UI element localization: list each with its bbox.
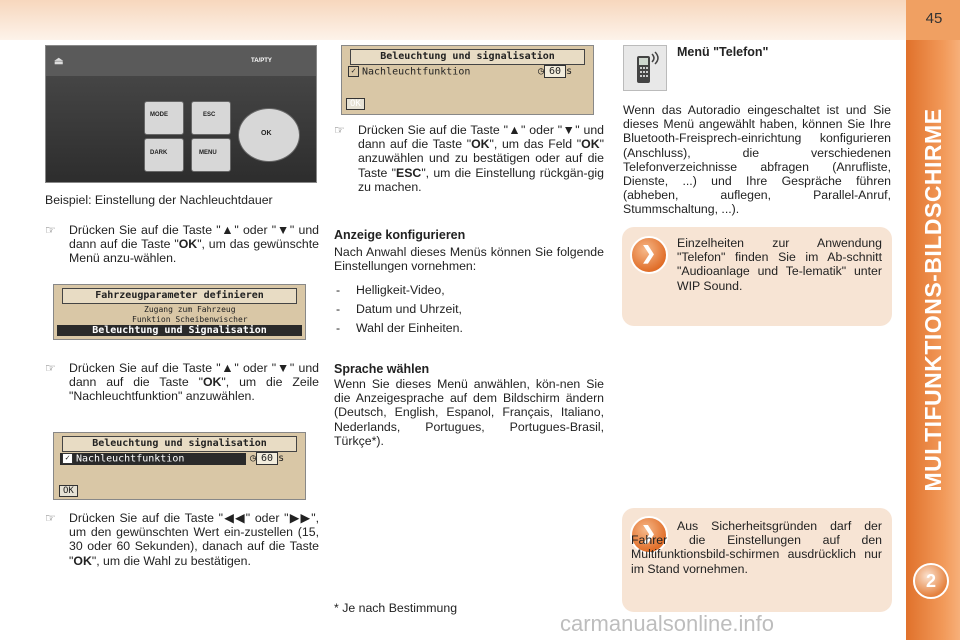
screen-setting: Beleuchtung und signalisation ✓ Nachleuch… (53, 432, 306, 500)
step-4-text: Drücken Sie auf die Taste "▲" oder "▼" u… (358, 123, 604, 194)
screen-confirm-row-label: Nachleuchtfunktion (362, 66, 471, 78)
screen-menu-title: Fahrzeugparameter definieren (62, 288, 297, 304)
ta-pty-label: TA/PTY (251, 58, 272, 64)
anzeige-text: Nach Anwahl dieses Menüs können Sie folg… (334, 245, 604, 274)
panel-caption: Beispiel: Einstellung der Nachleuchtdaue… (45, 193, 273, 207)
step-3-text: Drücken Sie auf die Taste "◀◀" oder "▶▶"… (69, 511, 319, 568)
screen-menu: Fahrzeugparameter definieren Zugang zum … (53, 284, 306, 340)
screen-menu-item-1: Zugang zum Fahrzeug (144, 305, 236, 314)
checkbox-icon: ✓ (62, 453, 73, 464)
step-1-text: Drücken Sie auf die Taste "▲" oder "▼" u… (69, 223, 319, 266)
value-box: 60 (256, 452, 279, 465)
sprache-heading: Sprache wählen (334, 362, 430, 376)
step-4-key: OK (471, 137, 490, 152)
step-3-post: ", um die Wahl zu bestätigen. (91, 553, 251, 568)
anzeige-list: Helligkeit-Video, Datum und Uhrzeit, Wah… (334, 283, 604, 340)
checkbox-icon: ✓ (348, 66, 359, 77)
mode-label: MODE (150, 112, 168, 118)
page-number: 45 (925, 10, 943, 27)
pointer-icon: ☞ (334, 123, 345, 137)
esc-button[interactable] (191, 101, 231, 135)
screen-confirm: Beleuchtung und signalisation ✓ Nachleuch… (341, 45, 594, 115)
chapter-badge: 2 (913, 563, 949, 599)
footnote: * Je nach Bestimmung (334, 601, 458, 615)
anzeige-item: Datum und Uhrzeit, (334, 302, 604, 321)
unit-label: s (566, 66, 573, 77)
screen-confirm-value: ◷ 60 s (538, 65, 572, 78)
sprache-text: Wenn Sie dieses Menü anwählen, kön-nen S… (334, 377, 604, 448)
watermark: carmanualsonline.info (560, 611, 775, 636)
anzeige-item: Wahl der Einheiten. (334, 321, 604, 340)
control-panel-photo: ⏏ TA/PTY MODE DARK ESC MENU OK (45, 45, 317, 183)
step-3-key: OK (73, 553, 92, 568)
value-box: 60 (544, 65, 567, 78)
step-2-key: OK (202, 375, 222, 390)
anzeige-heading: Anzeige konfigurieren (334, 228, 466, 242)
screen-menu-item-2: Funktion Scheibenwischer (132, 315, 248, 324)
chapter-number: 2 (925, 571, 936, 591)
eject-icon: ⏏ (54, 56, 64, 67)
step-2-text: Drücken Sie auf die Taste "▲" oder "▼" u… (69, 361, 319, 404)
pointer-icon: ☞ (45, 511, 56, 525)
mobile-phone-icon (623, 45, 667, 91)
top-band (0, 0, 906, 40)
info-box-1-text: Einzelheiten zur Anwendung "Telefon" fin… (677, 236, 882, 293)
step-4-key3: ESC (396, 165, 422, 180)
ok-label: OK (261, 130, 272, 137)
screen-setting-row: ✓ Nachleuchtfunktion (60, 453, 246, 465)
screen-confirm-row: ✓ Nachleuchtfunktion (348, 66, 470, 78)
telefon-text: Wenn das Autoradio eingeschaltet ist und… (623, 103, 891, 217)
screen-setting-value: ◷ 60 s (250, 452, 284, 465)
screen-setting-row-label: Nachleuchtfunktion (76, 453, 185, 465)
info-box-2-text: Aus Sicherheitsgründen darf der Fahrer d… (631, 519, 882, 576)
screen-ok-button: OK (59, 485, 78, 497)
esc-label: ESC (203, 112, 216, 118)
pointer-icon: ☞ (45, 361, 56, 375)
step-4-key2: OK (581, 137, 600, 152)
screen-menu-item-3: Beleuchtung und Signalisation (57, 325, 302, 336)
anzeige-item: Helligkeit-Video, (334, 283, 604, 302)
dark-label: DARK (150, 150, 168, 156)
pointer-icon: ☞ (45, 223, 56, 237)
step-4-mid: ", um das Feld " (489, 137, 582, 152)
unit-label: s (278, 453, 285, 464)
mode-button[interactable] (144, 101, 184, 135)
menu-label: MENU (199, 150, 217, 156)
info-arrow-icon (630, 236, 668, 274)
screen-confirm-title: Beleuchtung und signalisation (350, 49, 585, 65)
step-1-key: OK (178, 237, 198, 252)
screen-ok-button-selected: OK (346, 98, 365, 110)
section-title: MULTIFUNKTIONS-BILDSCHIRME (920, 108, 946, 492)
telefon-heading: Menü "Telefon" (677, 45, 769, 59)
screen-setting-title: Beleuchtung und signalisation (62, 436, 297, 452)
panel-top-strip (46, 46, 316, 76)
